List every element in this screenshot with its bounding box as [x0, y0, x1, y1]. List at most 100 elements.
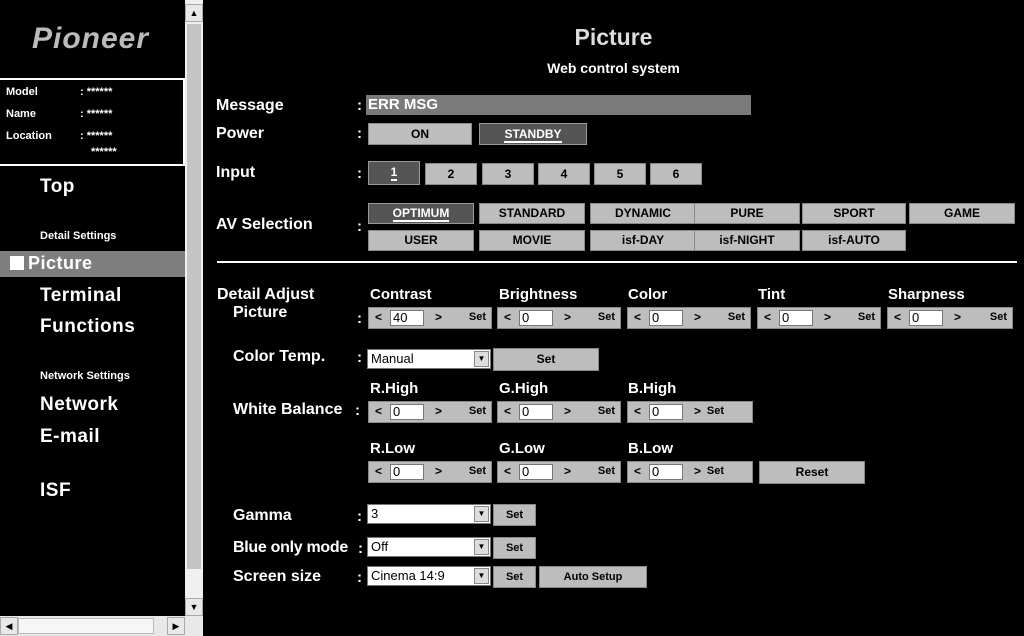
- color-value[interactable]: 0: [649, 310, 683, 326]
- contrast-set-button[interactable]: Set: [469, 311, 486, 323]
- contrast-inc-button[interactable]: >: [435, 310, 442, 324]
- input-6-button[interactable]: 6: [650, 163, 702, 185]
- b-low-value[interactable]: 0: [649, 464, 683, 480]
- sharpness-stepper[interactable]: < 0 > Set: [887, 307, 1013, 329]
- color-set-button[interactable]: Set: [728, 311, 745, 323]
- av-isf-day-button[interactable]: isf-DAY: [590, 230, 696, 251]
- tint-stepper[interactable]: < 0 > Set: [757, 307, 881, 329]
- chevron-down-icon[interactable]: ▼: [474, 506, 489, 522]
- brightness-dec-button[interactable]: <: [504, 310, 511, 324]
- contrast-stepper[interactable]: < 40 > Set: [368, 307, 492, 329]
- g-high-value[interactable]: 0: [519, 404, 553, 420]
- chevron-down-icon[interactable]: ▼: [474, 539, 489, 555]
- blue-only-select[interactable]: Off ▼: [367, 537, 491, 557]
- av-game-button[interactable]: GAME: [909, 203, 1015, 224]
- b-high-value[interactable]: 0: [649, 404, 683, 420]
- color-stepper[interactable]: < 0 > Set: [627, 307, 751, 329]
- scroll-left-icon[interactable]: ◀: [0, 617, 18, 635]
- contrast-value[interactable]: 40: [390, 310, 424, 326]
- g-high-set-button[interactable]: Set: [598, 405, 615, 417]
- b-high-dec-button[interactable]: <: [634, 404, 641, 418]
- g-high-inc-button[interactable]: >: [564, 404, 571, 418]
- tint-dec-button[interactable]: <: [764, 310, 771, 324]
- brightness-set-button[interactable]: Set: [598, 311, 615, 323]
- g-high-stepper[interactable]: < 0 > Set: [497, 401, 621, 423]
- g-low-set-button[interactable]: Set: [598, 465, 615, 477]
- av-user-button[interactable]: USER: [368, 230, 474, 251]
- tint-set-button[interactable]: Set: [858, 311, 875, 323]
- screen-size-set-button[interactable]: Set: [493, 566, 536, 588]
- vertical-scroll-thumb[interactable]: [187, 24, 201, 569]
- g-low-stepper[interactable]: < 0 > Set: [497, 461, 621, 483]
- r-high-stepper[interactable]: < 0 > Set: [368, 401, 492, 423]
- contrast-dec-button[interactable]: <: [375, 310, 382, 324]
- chevron-down-icon[interactable]: ▼: [474, 351, 489, 367]
- r-high-inc-button[interactable]: >: [435, 404, 442, 418]
- av-sport-button[interactable]: SPORT: [802, 203, 906, 224]
- av-dynamic-button[interactable]: DYNAMIC: [590, 203, 696, 224]
- av-movie-button[interactable]: MOVIE: [479, 230, 585, 251]
- nav-isf[interactable]: ISF: [40, 480, 71, 502]
- color-temp-set-button[interactable]: Set: [493, 348, 599, 371]
- sharpness-value[interactable]: 0: [909, 310, 943, 326]
- power-on-button[interactable]: ON: [368, 123, 472, 145]
- r-low-inc-button[interactable]: >: [435, 464, 442, 478]
- scroll-up-icon[interactable]: ▲: [185, 4, 203, 22]
- power-standby-button[interactable]: STANDBY: [479, 123, 587, 145]
- r-high-dec-button[interactable]: <: [375, 404, 382, 418]
- scroll-right-icon[interactable]: ▶: [167, 617, 185, 635]
- r-low-stepper[interactable]: < 0 > Set: [368, 461, 492, 483]
- input-1-button[interactable]: 1: [368, 161, 420, 185]
- g-low-dec-button[interactable]: <: [504, 464, 511, 478]
- b-low-set-button[interactable]: Set: [707, 465, 724, 477]
- auto-setup-button[interactable]: Auto Setup: [539, 566, 647, 588]
- brightness-value[interactable]: 0: [519, 310, 553, 326]
- input-4-button[interactable]: 4: [538, 163, 590, 185]
- sharpness-dec-button[interactable]: <: [894, 310, 901, 324]
- color-dec-button[interactable]: <: [634, 310, 641, 324]
- r-high-value[interactable]: 0: [390, 404, 424, 420]
- g-low-inc-button[interactable]: >: [564, 464, 571, 478]
- av-optimum-button[interactable]: OPTIMUM: [368, 203, 474, 224]
- horizontal-scroll-thumb[interactable]: [18, 618, 154, 634]
- av-isf-night-button[interactable]: isf-NIGHT: [694, 230, 800, 251]
- g-high-dec-button[interactable]: <: [504, 404, 511, 418]
- av-pure-button[interactable]: PURE: [694, 203, 800, 224]
- nav-email[interactable]: E-mail: [40, 426, 100, 448]
- r-low-set-button[interactable]: Set: [469, 465, 486, 477]
- tint-value[interactable]: 0: [779, 310, 813, 326]
- brightness-stepper[interactable]: < 0 > Set: [497, 307, 621, 329]
- scroll-down-icon[interactable]: ▼: [185, 598, 203, 616]
- gamma-set-button[interactable]: Set: [493, 504, 536, 526]
- b-low-stepper[interactable]: < 0 > Set: [627, 461, 753, 483]
- color-inc-button[interactable]: >: [694, 310, 701, 324]
- b-high-inc-button[interactable]: >: [694, 404, 701, 418]
- r-low-dec-button[interactable]: <: [375, 464, 382, 478]
- nav-top[interactable]: Top: [40, 176, 75, 198]
- r-high-set-button[interactable]: Set: [469, 405, 486, 417]
- chevron-down-icon[interactable]: ▼: [474, 568, 489, 584]
- av-isf-auto-button[interactable]: isf-AUTO: [802, 230, 906, 251]
- av-standard-button[interactable]: STANDARD: [479, 203, 585, 224]
- screen-size-select[interactable]: Cinema 14:9 ▼: [367, 566, 491, 586]
- sharpness-set-button[interactable]: Set: [990, 311, 1007, 323]
- color-temp-select[interactable]: Manual ▼: [367, 349, 491, 369]
- white-balance-reset-button[interactable]: Reset: [759, 461, 865, 484]
- b-low-dec-button[interactable]: <: [634, 464, 641, 478]
- nav-terminal[interactable]: Terminal: [40, 285, 122, 307]
- brightness-inc-button[interactable]: >: [564, 310, 571, 324]
- nav-network[interactable]: Network: [40, 394, 118, 416]
- b-high-stepper[interactable]: < 0 > Set: [627, 401, 753, 423]
- g-low-value[interactable]: 0: [519, 464, 553, 480]
- input-3-button[interactable]: 3: [482, 163, 534, 185]
- input-5-button[interactable]: 5: [594, 163, 646, 185]
- r-low-value[interactable]: 0: [390, 464, 424, 480]
- sharpness-inc-button[interactable]: >: [954, 310, 961, 324]
- b-low-inc-button[interactable]: >: [694, 464, 701, 478]
- b-high-set-button[interactable]: Set: [707, 405, 724, 417]
- nav-picture[interactable]: Picture: [28, 253, 93, 274]
- blue-only-set-button[interactable]: Set: [493, 537, 536, 559]
- nav-functions[interactable]: Functions: [40, 316, 135, 338]
- input-2-button[interactable]: 2: [425, 163, 477, 185]
- tint-inc-button[interactable]: >: [824, 310, 831, 324]
